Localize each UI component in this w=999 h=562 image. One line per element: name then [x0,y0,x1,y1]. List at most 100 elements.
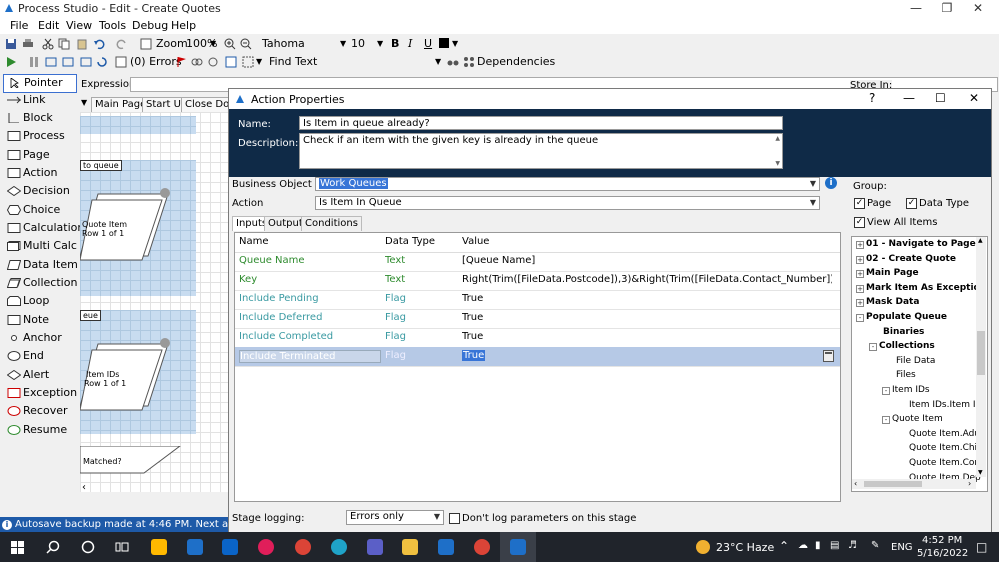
copy-icon[interactable] [58,38,70,50]
tree-hscrollbar[interactable]: ‹ › [852,479,976,489]
active-app-highlight[interactable] [500,532,536,562]
chevron-down-icon[interactable]: ▼ [340,39,346,48]
close-button[interactable]: ✕ [963,0,993,17]
palette-item-decision[interactable]: Decision [3,183,75,200]
tree-expand-icon[interactable]: + [856,241,864,249]
scroll-up-icon[interactable]: ▲ [978,237,983,244]
palette-item-multi-calc[interactable]: Multi Calc [3,238,77,255]
tree-expand-icon[interactable]: + [856,255,864,264]
scroll-up-icon[interactable]: ▲ [775,135,780,142]
table-row-selected[interactable]: Include Terminated Flag True [235,347,840,367]
param-value[interactable]: [Queue Name] [462,255,832,266]
undo-icon[interactable] [93,38,105,50]
task-view-icon[interactable] [115,540,129,554]
table-row[interactable]: Key Text Right(Trim([FileData.Postcode])… [235,271,840,291]
calculator-icon[interactable] [823,350,834,362]
tree-node[interactable]: Populate Queue [866,312,947,322]
weather-text[interactable]: 23°C Haze [716,541,774,554]
tree-node[interactable]: Quote Item [892,414,943,424]
tray-expand-icon[interactable]: ⌃ [779,539,789,553]
volume-icon[interactable]: ♬ [848,540,857,551]
chevron-down-icon[interactable]: ▼ [210,39,216,48]
font-size[interactable]: 10 [351,37,365,50]
chevron-down-icon[interactable]: ▼ [256,57,262,66]
palette-item-anchor[interactable]: Anchor [3,330,75,347]
palette-item-block[interactable]: Block [3,110,75,127]
palette-item-resume[interactable]: Resume [3,422,75,439]
palette-item-pointer[interactable]: Pointer [3,74,77,93]
chevron-down-icon[interactable]: ▼ [452,39,458,48]
store-app-icon[interactable] [151,539,167,555]
menu-tools[interactable]: Tools [99,19,126,32]
pen-icon[interactable]: ✎ [871,540,879,551]
paste-icon[interactable] [76,38,88,50]
palette-item-alert[interactable]: Alert [3,367,75,384]
scroll-left-icon[interactable]: ‹ [82,482,86,493]
param-value[interactable]: Right(Trim([FileData.Postcode]),3)&Right… [462,274,832,285]
palette-item-action[interactable]: Action [3,165,75,182]
font-color-swatch[interactable] [439,38,449,48]
name-input[interactable]: Is Item in queue already? [299,116,783,130]
group-page-checkbox[interactable]: ✓ [854,198,865,209]
scroll-thumb[interactable] [864,481,922,487]
tree-node[interactable]: Mark Item As Exception [866,283,986,293]
reset-icon[interactable] [96,56,108,68]
teams-app-icon[interactable] [367,539,383,555]
mail-app-icon[interactable] [187,539,203,555]
tree-node[interactable]: Mask Data [866,297,919,307]
tree-expand-icon[interactable]: + [856,284,864,293]
dependencies-icon[interactable] [463,56,475,68]
find-text-input[interactable]: Find Text [269,55,317,68]
step-icon[interactable] [45,56,57,68]
pause-icon[interactable] [28,56,40,68]
zoom-in-icon[interactable] [224,38,236,50]
redo-icon[interactable] [116,38,128,50]
tree-collapse-icon[interactable]: - [856,314,864,322]
group-data-type-checkbox[interactable]: ✓ [906,198,917,209]
table-row[interactable]: Queue Name Text [Queue Name] [235,252,840,272]
link-chain-icon[interactable] [191,56,203,68]
save-icon[interactable] [5,38,17,50]
palette-item-link[interactable]: Link [3,92,75,109]
tree-node[interactable]: 02 - Create Quote [866,254,956,264]
tree-expand-icon[interactable]: + [856,299,864,308]
edge-app-icon[interactable] [331,539,347,555]
blue-prism-taskbar-icon[interactable] [438,539,454,555]
print-icon[interactable] [22,38,34,50]
table-row[interactable]: Include Deferred Flag True [235,309,840,329]
menu-help[interactable]: Help [171,19,196,32]
cortana-icon[interactable] [81,540,95,554]
palette-item-page[interactable]: Page [3,147,75,164]
scroll-right-icon[interactable]: › [968,479,971,489]
file-explorer-icon[interactable] [402,539,418,555]
view-all-items-checkbox[interactable]: ✓ [854,217,865,228]
dialog-maximize-button[interactable]: ☐ [935,91,946,105]
zoom-icon[interactable] [140,38,152,50]
chevron-down-icon[interactable]: ▼ [377,39,383,48]
snap-icon[interactable] [242,56,254,68]
find-binoculars-icon[interactable] [447,56,459,68]
step-over-icon[interactable] [62,56,74,68]
canvas-block[interactable] [80,116,196,134]
process-canvas[interactable]: to queue Quote Item Row 1 of 1 eue Item … [80,112,228,493]
watch-icon[interactable] [207,56,219,68]
battery-icon[interactable]: ▮ [815,540,821,551]
run-icon[interactable] [5,56,17,68]
tree-node[interactable]: Quote Item.Con [909,458,980,468]
blue-prism-taskbar-icon[interactable] [510,539,526,555]
palette-item-process[interactable]: Process [3,128,75,145]
param-value[interactable]: True [462,293,832,304]
stage-logging-select[interactable]: Errors only ▼ [346,510,444,525]
palette-item-calculation[interactable]: Calculation [3,220,84,237]
tree-node[interactable]: Item IDs [892,385,930,395]
cloud-icon[interactable]: ☁ [798,540,808,551]
palette-item-choice[interactable]: Choice [3,202,75,219]
tree-node[interactable]: Item IDs.Item ID [909,400,982,410]
chevron-down-icon[interactable]: ▼ [435,57,441,66]
dialog-close-button[interactable]: ✕ [969,91,979,105]
scroll-down-icon[interactable]: ▼ [978,469,983,476]
step-out-icon[interactable] [80,56,92,68]
tab-conditions[interactable]: Conditions [301,216,362,231]
help-button[interactable]: ? [869,91,875,105]
param-value[interactable]: True [462,312,832,323]
